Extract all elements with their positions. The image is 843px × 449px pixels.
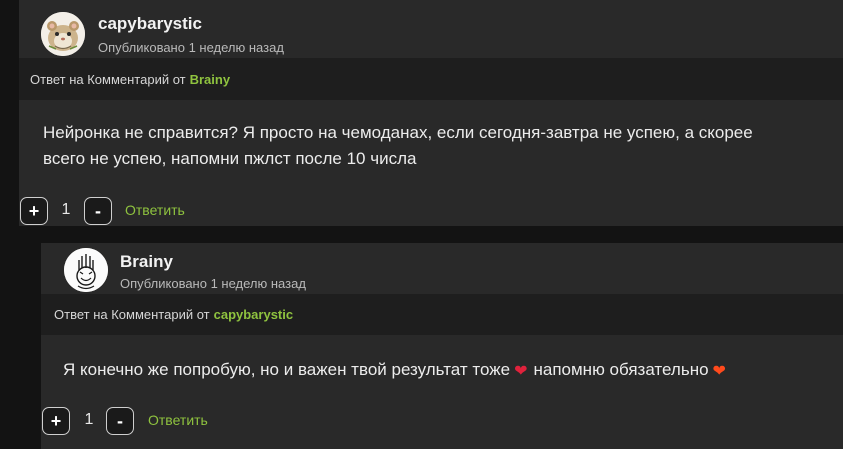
heart-icon: ❤ bbox=[514, 363, 528, 380]
reply-context-author-link[interactable]: Brainy bbox=[190, 72, 230, 87]
reply-button[interactable]: Ответить bbox=[148, 412, 208, 428]
comment-author[interactable]: Brainy bbox=[120, 252, 173, 272]
comment-body-text: Я конечно же попробую, но и важен твой р… bbox=[63, 360, 511, 379]
upvote-button[interactable]: + bbox=[42, 407, 70, 435]
comment-body-line: Нейронка не справится? Я просто на чемод… bbox=[43, 123, 753, 142]
comment-body-text: напомню обязательно bbox=[533, 360, 709, 379]
comment-timestamp: Опубликовано 1 неделю назад bbox=[98, 40, 284, 55]
comment-author[interactable]: capybarystic bbox=[98, 14, 202, 34]
avatar[interactable] bbox=[64, 248, 108, 292]
comment-timestamp: Опубликовано 1 неделю назад bbox=[120, 276, 306, 291]
upvote-button[interactable]: + bbox=[20, 197, 48, 225]
heart-icon: ❤ bbox=[712, 363, 726, 380]
comment-body: Я конечно же попробую, но и важен твой р… bbox=[63, 357, 732, 385]
avatar[interactable] bbox=[41, 12, 85, 56]
reply-context-label: Ответ на Комментарий от bbox=[30, 71, 186, 87]
hamster-avatar-icon bbox=[41, 12, 85, 56]
vote-count: 1 bbox=[84, 411, 94, 428]
sketch-avatar-icon bbox=[64, 248, 108, 292]
reply-context-bar: Ответ на Комментарий от capybarystic bbox=[41, 294, 843, 335]
reply-context-label: Ответ на Комментарий от bbox=[54, 307, 210, 322]
comment-body: Нейронка не справится? Я просто на чемод… bbox=[43, 120, 753, 172]
vote-count: 1 bbox=[61, 201, 71, 218]
downvote-button[interactable]: - bbox=[84, 197, 112, 225]
downvote-button[interactable]: - bbox=[106, 407, 134, 435]
reply-context-author-link[interactable]: capybarystic bbox=[214, 307, 294, 322]
reply-button[interactable]: Ответить bbox=[125, 202, 185, 218]
comment-body-line: всего не успею, напомни пжлст после 10 ч… bbox=[43, 149, 417, 168]
comment-card: capybarystic Опубликовано 1 неделю назад… bbox=[19, 0, 843, 226]
reply-context-bar: Ответ на Комментарий от Brainy bbox=[19, 58, 843, 100]
